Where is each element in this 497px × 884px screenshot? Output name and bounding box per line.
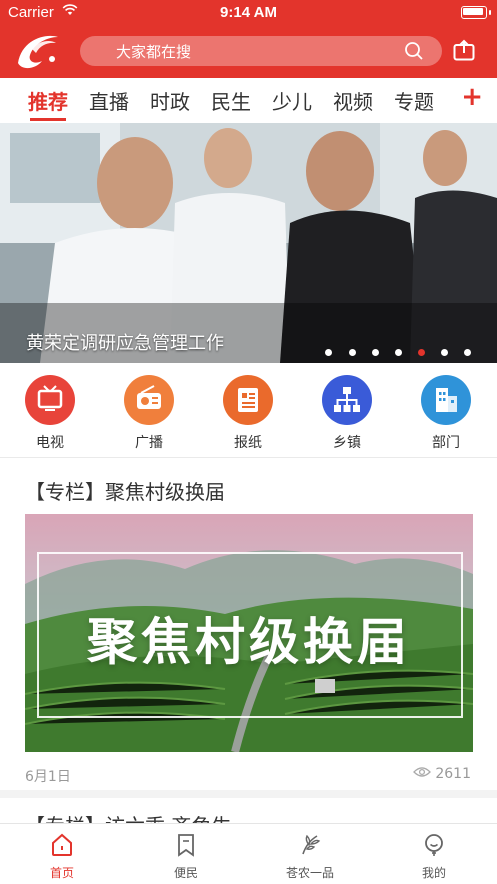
carousel-dot-active[interactable] <box>417 349 425 356</box>
tab-livelihood[interactable]: 民生 <box>211 86 251 115</box>
search-placeholder: 大家都在搜 <box>116 43 192 61</box>
home-icon <box>49 833 75 862</box>
building-icon <box>421 375 471 425</box>
quick-label: 电视 <box>36 435 64 451</box>
quick-label: 广播 <box>135 435 163 451</box>
tab-live[interactable]: 直播 <box>89 86 129 115</box>
article-date: 6月1日 <box>25 769 71 785</box>
tab-video[interactable]: 视频 <box>333 86 373 115</box>
nav-label: 我的 <box>421 866 446 880</box>
tab-politics[interactable]: 时政 <box>150 86 190 115</box>
banner-caption: 黄荣定调研应急管理工作 <box>26 333 224 354</box>
category-tabs: 推荐 直播 时政 民生 少儿 视频 专题 + <box>0 78 497 124</box>
quick-item-newspaper[interactable]: 报纸 <box>213 375 283 452</box>
app-header: 大家都在搜 <box>0 26 497 78</box>
nav-agri[interactable]: 苍农一品 <box>270 832 350 881</box>
profile-icon <box>421 834 447 862</box>
nav-label: 首页 <box>49 866 74 880</box>
active-tab-indicator <box>30 118 66 121</box>
bookmark-icon <box>173 834 199 862</box>
carousel-dot[interactable] <box>348 349 356 356</box>
add-tab-button[interactable]: + <box>461 82 483 112</box>
quick-item-tv[interactable]: 电视 <box>15 375 85 452</box>
banner-carousel[interactable]: 黄荣定调研应急管理工作 <box>0 123 497 363</box>
quick-label: 乡镇 <box>333 435 361 451</box>
org-chart-icon <box>322 375 372 425</box>
tab-kids[interactable]: 少儿 <box>272 86 312 115</box>
clock: 9:14 AM <box>220 4 277 21</box>
newspaper-icon <box>223 375 273 425</box>
tab-recommend[interactable]: 推荐 <box>28 86 68 115</box>
leaf-icon <box>297 834 323 862</box>
eye-icon <box>413 766 432 782</box>
section-divider <box>0 790 497 798</box>
quick-label: 报纸 <box>234 435 262 451</box>
app-logo <box>12 29 62 73</box>
search-icon[interactable] <box>404 41 424 65</box>
article-title[interactable]: 【专栏】聚焦村级换届 <box>25 476 225 505</box>
quick-item-department[interactable]: 部门 <box>411 375 481 452</box>
image-title: 聚焦村级换届 <box>87 613 411 671</box>
nav-label: 苍农一品 <box>285 866 334 880</box>
tv-icon <box>25 375 75 425</box>
article-views: 2611 <box>413 766 471 782</box>
quick-label: 部门 <box>432 435 460 451</box>
tab-special[interactable]: 专题 <box>394 86 434 115</box>
status-bar: Carrier 9:14 AM <box>0 0 497 26</box>
battery-icon <box>461 6 491 19</box>
quick-item-township[interactable]: 乡镇 <box>312 375 382 452</box>
bottom-nav: 首页 便民 苍农一品 我的 <box>0 823 497 884</box>
nav-services[interactable]: 便民 <box>146 832 226 881</box>
carousel-dot[interactable] <box>371 349 379 356</box>
nav-profile[interactable]: 我的 <box>394 832 474 881</box>
banner-photo <box>0 123 497 363</box>
nav-home[interactable]: 首页 <box>22 832 102 881</box>
article-image[interactable]: 聚焦村级换届 <box>25 514 473 752</box>
carousel-dots <box>314 341 471 356</box>
view-count: 2611 <box>435 766 471 782</box>
quick-item-radio[interactable]: 广播 <box>114 375 184 452</box>
nav-label: 便民 <box>173 866 198 880</box>
carousel-dot[interactable] <box>325 349 333 356</box>
search-bar[interactable]: 大家都在搜 <box>80 36 442 66</box>
quick-entry-row: 电视 广播 报纸 乡镇 部门 <box>0 363 497 458</box>
carousel-dot[interactable] <box>394 349 402 356</box>
carousel-dot[interactable] <box>464 349 471 356</box>
radio-icon <box>124 375 174 425</box>
carousel-dot[interactable] <box>440 349 448 356</box>
share-icon[interactable] <box>453 39 475 65</box>
